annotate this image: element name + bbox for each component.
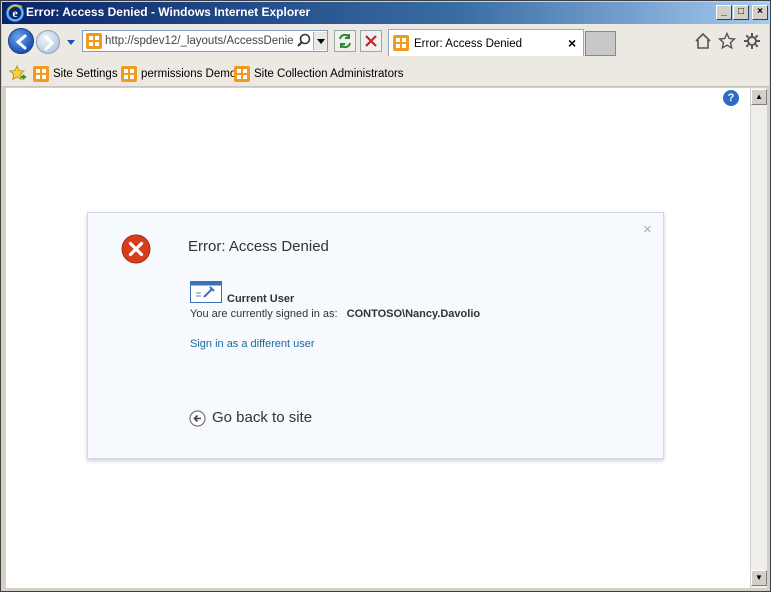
address-dropdown-button[interactable] — [313, 32, 327, 50]
scroll-down-button[interactable]: ▼ — [751, 570, 767, 586]
window-title: Error: Access Denied - Windows Internet … — [26, 5, 311, 19]
title-bar: e Error: Access Denied - Windows Interne… — [2, 2, 769, 24]
browser-window: e Error: Access Denied - Windows Interne… — [0, 0, 771, 592]
address-input[interactable]: http://spdev12/_layouts/AccessDenied — [105, 35, 293, 47]
arrow-right-icon — [44, 35, 55, 51]
svg-text:e: e — [12, 6, 18, 20]
arrow-left-icon — [15, 34, 27, 50]
browser-tab[interactable]: Error: Access Denied × — [388, 29, 584, 56]
favorites-bar: Site Settings permissions Demo Site Coll… — [2, 60, 769, 87]
help-icon[interactable]: ? — [723, 90, 739, 106]
add-favorite-icon[interactable] — [9, 65, 27, 81]
sharepoint-icon — [393, 35, 409, 51]
history-dropdown-icon[interactable] — [65, 37, 77, 47]
access-denied-dialog: × Error: Access Denied Current User You … — [87, 212, 664, 459]
new-tab-button[interactable] — [585, 31, 616, 56]
stop-button[interactable] — [360, 30, 382, 52]
signed-in-user: CONTOSO\Nancy.Davolio — [346, 308, 481, 320]
tab-title: Error: Access Denied — [414, 38, 523, 50]
sharepoint-icon — [121, 66, 137, 82]
favorite-site-collection-admins[interactable]: Site Collection Administrators — [234, 65, 404, 83]
favorite-label: Site Settings — [53, 68, 118, 80]
refresh-icon — [339, 33, 351, 49]
error-title: Error: Access Denied — [188, 238, 329, 255]
forward-button[interactable] — [36, 30, 60, 54]
address-bar[interactable]: http://spdev12/_layouts/AccessDenied — [82, 30, 328, 52]
favorite-permissions-demo[interactable]: permissions Demo — [121, 65, 236, 83]
gear-icon[interactable] — [743, 32, 761, 50]
go-back-to-site-link[interactable]: Go back to site — [212, 409, 312, 426]
user-card-icon — [190, 281, 222, 303]
close-window-button[interactable]: × — [752, 5, 768, 20]
error-icon — [121, 234, 151, 264]
navigation-bar: http://spdev12/_layouts/AccessDenied Err… — [2, 24, 769, 60]
favorite-label: permissions Demo — [141, 68, 237, 80]
current-user-heading: Current User — [227, 293, 295, 305]
maximize-button[interactable]: □ — [733, 5, 749, 20]
refresh-button[interactable] — [334, 30, 356, 52]
ie-logo-icon: e — [6, 4, 24, 22]
stop-icon — [365, 35, 377, 47]
scroll-up-button[interactable]: ▲ — [751, 89, 767, 105]
signed-in-row: You are currently signed in as: CONTOSO\… — [190, 308, 480, 320]
back-button[interactable] — [8, 28, 34, 54]
sharepoint-icon — [86, 33, 102, 49]
sharepoint-icon — [33, 66, 49, 82]
tab-close-button[interactable]: × — [568, 35, 576, 51]
favorite-label: Site Collection Administrators — [254, 68, 404, 80]
sign-in-different-user-link[interactable]: Sign in as a different user — [190, 338, 315, 350]
signed-in-label: You are currently signed in as: — [190, 308, 338, 320]
home-icon[interactable] — [694, 32, 712, 50]
vertical-scrollbar[interactable]: ▲ ▼ — [750, 88, 767, 588]
search-icon[interactable] — [296, 33, 312, 49]
favorite-site-settings[interactable]: Site Settings — [33, 65, 118, 83]
minimize-button[interactable]: _ — [716, 5, 732, 20]
sharepoint-icon — [234, 66, 250, 82]
chevron-down-icon — [317, 39, 325, 44]
back-circle-icon[interactable] — [189, 410, 206, 427]
favorites-star-icon[interactable] — [718, 32, 736, 50]
dialog-close-button[interactable]: × — [643, 221, 652, 238]
